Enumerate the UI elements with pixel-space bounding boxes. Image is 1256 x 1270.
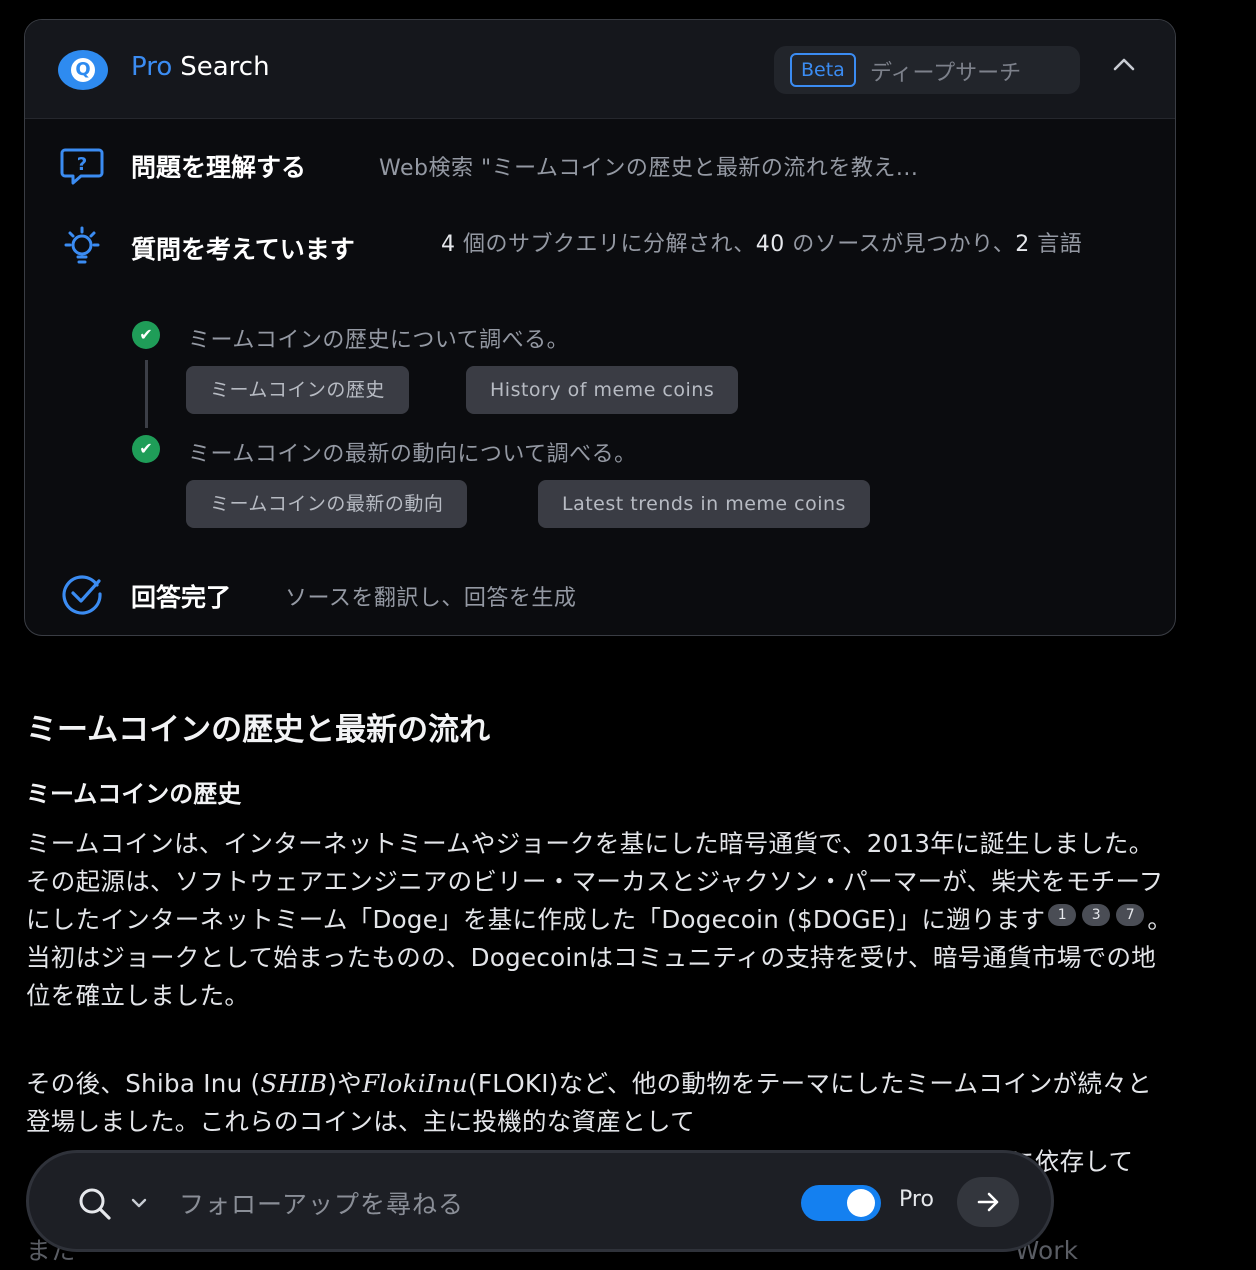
- title-search: Search: [180, 52, 270, 82]
- citation-badge[interactable]: 7: [1116, 903, 1145, 926]
- math-text: SHIB: [260, 1069, 328, 1098]
- panel-header[interactable]: Q Pro Search Beta ディープサーチ: [25, 20, 1175, 119]
- lightbulb-icon: [64, 226, 100, 264]
- subquery-label: ミームコインの歴史について調べる。: [188, 328, 570, 353]
- paragraph-text: ミームコインは、インターネットミームやジョークを基にした暗号通貨で、2013年に…: [26, 829, 1164, 934]
- pro-search-panel: Q Pro Search Beta ディープサーチ ? 問題を理解する Web検索…: [24, 19, 1176, 636]
- beta-badge: Beta: [790, 53, 856, 87]
- step-thinking-title: 質問を考えています: [131, 235, 355, 264]
- check-icon: ✔: [132, 321, 160, 349]
- query-chip[interactable]: History of meme coins: [466, 366, 739, 414]
- toggle-knob: [847, 1189, 875, 1217]
- math-text: FlokiInu: [362, 1069, 468, 1098]
- query-chip[interactable]: Latest trends in meme coins: [538, 480, 870, 528]
- citation-badge[interactable]: 1: [1048, 903, 1077, 926]
- subquery-label: ミームコインの最新の動向について調べる。: [188, 442, 637, 467]
- arrow-right-icon: [977, 1192, 999, 1212]
- step-understand-desc: Web検索 "ミームコインの歴史と最新の流れを教え...: [379, 156, 919, 181]
- mode-label: ディープサーチ: [870, 61, 1022, 86]
- search-icon[interactable]: [77, 1186, 113, 1222]
- step-complete-desc: ソースを翻訳し、回答を生成: [285, 586, 577, 611]
- answer-paragraph: その後、Shiba Inu (SHIB)やFlokiInu(FLOKI)など、他…: [26, 1065, 1176, 1141]
- question-bubble-icon: ?: [60, 148, 104, 185]
- pro-label: Pro: [899, 1187, 934, 1212]
- answer-subtitle: ミームコインの歴史: [26, 780, 242, 808]
- chevron-up-icon[interactable]: [1107, 52, 1141, 86]
- chevron-down-icon[interactable]: [127, 1191, 151, 1215]
- desc-text: 個のサブクエリに分解され、: [455, 232, 756, 257]
- desc-text: のソースが見つかり、: [784, 232, 1016, 257]
- paragraph-text: して: [646, 1107, 695, 1136]
- language-count: 2: [1015, 232, 1030, 257]
- pro-search-logo-icon: Q: [58, 50, 108, 90]
- citation-badge[interactable]: 3: [1082, 903, 1111, 926]
- source-count: 40: [755, 232, 785, 257]
- step-thinking-desc: 4 個のサブクエリに分解され、40 のソースが見つかり、2 言語: [441, 225, 1121, 264]
- paragraph-text: )や: [327, 1069, 363, 1098]
- query-chip[interactable]: ミームコインの最新の動向: [186, 480, 468, 528]
- followup-bar: フォローアップを尋ねる Pro: [26, 1150, 1054, 1252]
- answer-paragraph: ミームコインは、インターネットミームやジョークを基にした暗号通貨で、2013年に…: [26, 825, 1176, 1015]
- followup-input[interactable]: フォローアップを尋ねる: [179, 1185, 464, 1221]
- query-chip[interactable]: ミームコインの歴史: [186, 366, 409, 414]
- desc-text: 言語: [1029, 232, 1083, 257]
- panel-title: Pro Search: [131, 52, 270, 82]
- progress-line: [145, 360, 148, 428]
- title-pro: Pro: [131, 52, 173, 82]
- deep-search-mode-button[interactable]: Beta ディープサーチ: [774, 46, 1080, 94]
- step-complete-title: 回答完了: [131, 583, 232, 612]
- svg-text:?: ?: [77, 154, 87, 175]
- pro-toggle[interactable]: [801, 1185, 881, 1221]
- paragraph-text: その後、Shiba Inu (: [26, 1069, 261, 1098]
- send-button[interactable]: [957, 1177, 1019, 1227]
- answer-title: ミームコインの歴史と最新の流れ: [26, 712, 491, 748]
- subquery-count: 4: [441, 232, 456, 257]
- step-understand-title: 問題を理解する: [131, 153, 307, 182]
- check-icon: ✔: [132, 435, 160, 463]
- check-circle-icon: [62, 575, 102, 615]
